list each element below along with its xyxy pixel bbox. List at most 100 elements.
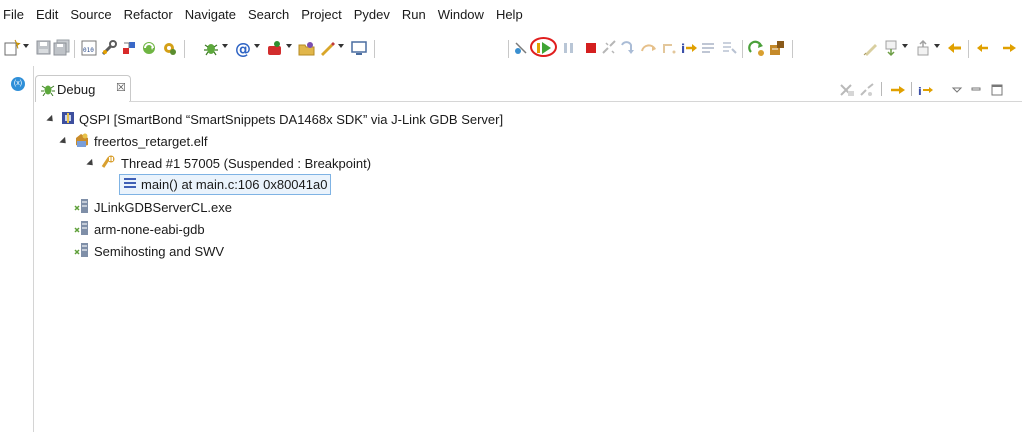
build-icon[interactable] xyxy=(120,39,138,57)
resume-icon[interactable] xyxy=(535,39,553,57)
launch-label: QSPI [SmartBond “SmartSnippets DA1468x S… xyxy=(79,111,504,127)
menu-run[interactable]: Run xyxy=(396,0,432,30)
wrench-icon[interactable] xyxy=(100,39,118,57)
step-into-arrow-icon[interactable]: i xyxy=(918,83,934,100)
remove-all-terminated-icon[interactable] xyxy=(839,83,855,100)
skip-breakpoints-icon[interactable] xyxy=(512,39,530,57)
previous-annotation-dropdown-icon[interactable] xyxy=(934,44,940,48)
open-binary-icon[interactable]: 010 xyxy=(80,39,98,57)
main-toolbar: 010 @ i xyxy=(0,30,1022,66)
stack-frame-label: main() at main.c:106 0x80041a0 xyxy=(141,177,328,192)
toolbar-separator xyxy=(508,40,509,58)
external-tools-dropdown-icon[interactable] xyxy=(286,44,292,48)
expanded-twisty-icon[interactable] xyxy=(59,136,69,146)
save-all-icon[interactable] xyxy=(53,39,71,57)
debug-tree: QSPI [SmartBond “SmartSnippets DA1468x S… xyxy=(34,104,1022,432)
step-over-icon[interactable] xyxy=(640,39,658,57)
next-annotation-dropdown-icon[interactable] xyxy=(902,44,908,48)
perspective-bar: (x) xyxy=(0,66,34,432)
launch-config-icon xyxy=(61,111,75,128)
instruction-stepping-icon[interactable]: i xyxy=(680,39,698,57)
svg-text:i: i xyxy=(918,85,922,97)
gear-icon[interactable] xyxy=(160,39,178,57)
next-annotation-icon[interactable] xyxy=(882,39,900,57)
pencil-dropdown-icon[interactable] xyxy=(338,44,344,48)
toolbar-separator xyxy=(792,40,793,58)
drop-to-frame-icon[interactable] xyxy=(700,39,718,57)
expanded-twisty-icon[interactable] xyxy=(86,158,96,168)
tree-item-stack-frame[interactable]: main() at main.c:106 0x80041a0 xyxy=(119,174,332,195)
pencil-icon[interactable] xyxy=(318,39,336,57)
svg-text:010: 010 xyxy=(83,47,94,54)
menu-window[interactable]: Window xyxy=(432,0,490,30)
at-icon[interactable]: @ xyxy=(234,39,252,57)
view-toolbar-separator xyxy=(911,82,912,96)
at-dropdown-icon[interactable] xyxy=(254,44,260,48)
debug-icon[interactable] xyxy=(202,39,220,57)
open-type-icon[interactable] xyxy=(298,39,316,57)
toolbar-separator xyxy=(374,40,375,58)
menu-bar: File Edit Source Refactor Navigate Searc… xyxy=(0,0,1022,30)
toolbar-separator xyxy=(968,40,969,58)
reload-icon[interactable] xyxy=(748,39,766,57)
thread-suspended-icon xyxy=(101,154,117,173)
menu-refactor[interactable]: Refactor xyxy=(118,0,179,30)
menu-file[interactable]: File xyxy=(0,0,30,30)
menu-edit[interactable]: Edit xyxy=(30,0,64,30)
tree-item-thread[interactable]: Thread #1 57005 (Suspended : Breakpoint) xyxy=(86,152,372,174)
jar-icon[interactable] xyxy=(768,39,786,57)
process-label: JLinkGDBServerCL.exe xyxy=(94,199,232,215)
forward-icon[interactable] xyxy=(1000,39,1018,57)
menu-project[interactable]: Project xyxy=(295,0,347,30)
tree-item-process[interactable]: Semihosting and SWV xyxy=(74,240,224,262)
debug-target-icon xyxy=(74,132,90,151)
restart-icon[interactable] xyxy=(720,39,738,57)
thread-label: Thread #1 57005 (Suspended : Breakpoint) xyxy=(121,155,372,171)
annotate-icon[interactable] xyxy=(862,39,880,57)
menu-search[interactable]: Search xyxy=(242,0,295,30)
toolbar-separator xyxy=(742,40,743,58)
tab-divider xyxy=(129,101,1022,102)
debug-dropdown-icon[interactable] xyxy=(222,44,228,48)
toolbar-separator xyxy=(184,40,185,58)
disconnect-icon[interactable] xyxy=(600,39,618,57)
minimize-icon[interactable] xyxy=(970,83,982,100)
menu-navigate[interactable]: Navigate xyxy=(179,0,242,30)
save-icon[interactable] xyxy=(35,39,53,57)
new-dropdown-icon[interactable] xyxy=(23,44,29,48)
stack-frame-icon xyxy=(123,177,137,192)
new-file-icon[interactable] xyxy=(3,39,21,57)
suspend-icon[interactable] xyxy=(560,39,578,57)
step-return-icon[interactable] xyxy=(660,39,678,57)
svg-text:i: i xyxy=(681,42,685,56)
tree-item-process[interactable]: arm-none-eabi-gdb xyxy=(74,218,205,240)
tree-item-process[interactable]: JLinkGDBServerCL.exe xyxy=(74,196,232,218)
step-arrow-icon[interactable] xyxy=(890,83,906,100)
process-icon xyxy=(74,242,90,261)
menu-pydev[interactable]: Pydev xyxy=(348,0,396,30)
back-dropdown-icon[interactable] xyxy=(974,39,992,57)
toolbar-separator xyxy=(74,40,75,58)
external-tools-icon[interactable] xyxy=(266,39,284,57)
menu-source[interactable]: Source xyxy=(64,0,117,30)
tree-item-launch[interactable]: QSPI [SmartBond “SmartSnippets DA1468x S… xyxy=(46,108,504,130)
sync-icon[interactable] xyxy=(140,39,158,57)
tab-debug[interactable]: Debug ☒ xyxy=(35,75,131,102)
process-icon xyxy=(74,220,90,239)
console-icon[interactable] xyxy=(350,39,368,57)
terminate-icon[interactable] xyxy=(582,39,600,57)
menu-help[interactable]: Help xyxy=(490,0,529,30)
view-menu-icon[interactable] xyxy=(951,83,963,100)
close-icon[interactable]: ☒ xyxy=(116,81,126,94)
process-icon xyxy=(74,198,90,217)
back-icon[interactable] xyxy=(946,39,964,57)
step-into-icon[interactable] xyxy=(620,39,638,57)
process-label: arm-none-eabi-gdb xyxy=(94,221,205,237)
expanded-twisty-icon[interactable] xyxy=(46,114,56,124)
perspective-icon[interactable]: (x) xyxy=(11,77,25,91)
use-step-filters-icon[interactable] xyxy=(859,83,875,100)
svg-text:@: @ xyxy=(235,39,251,57)
previous-annotation-icon[interactable] xyxy=(914,39,932,57)
maximize-icon[interactable] xyxy=(990,83,1004,100)
tree-item-target[interactable]: freertos_retarget.elf xyxy=(59,130,207,152)
